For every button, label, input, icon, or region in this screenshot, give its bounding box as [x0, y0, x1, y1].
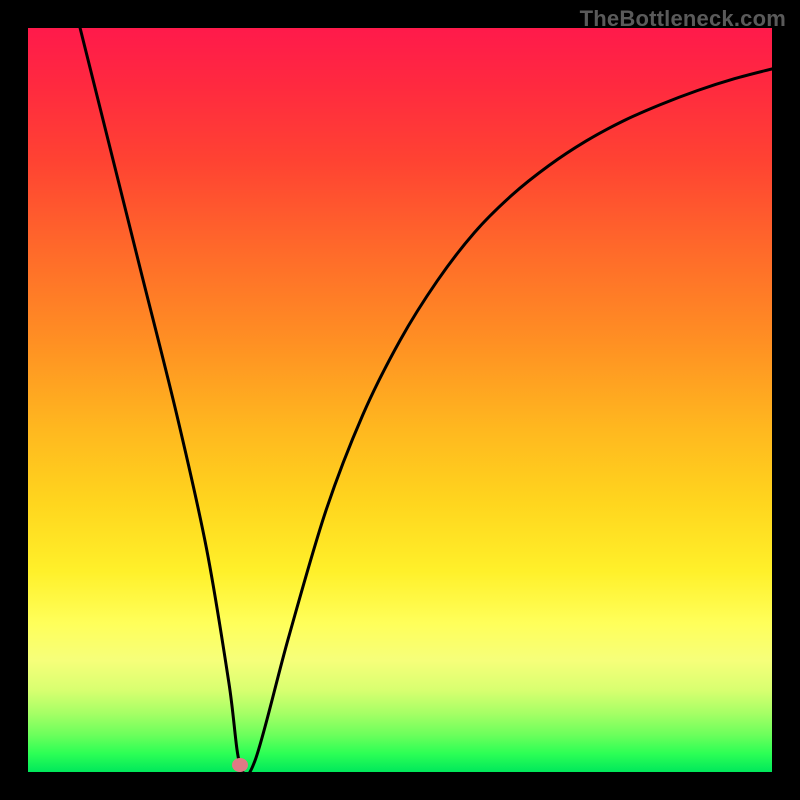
- watermark-text: TheBottleneck.com: [580, 6, 786, 32]
- chart-frame: TheBottleneck.com: [0, 0, 800, 800]
- bottleneck-curve: [80, 28, 772, 772]
- curve-svg: [28, 28, 772, 772]
- plot-area: [28, 28, 772, 772]
- optimum-marker: [232, 758, 248, 772]
